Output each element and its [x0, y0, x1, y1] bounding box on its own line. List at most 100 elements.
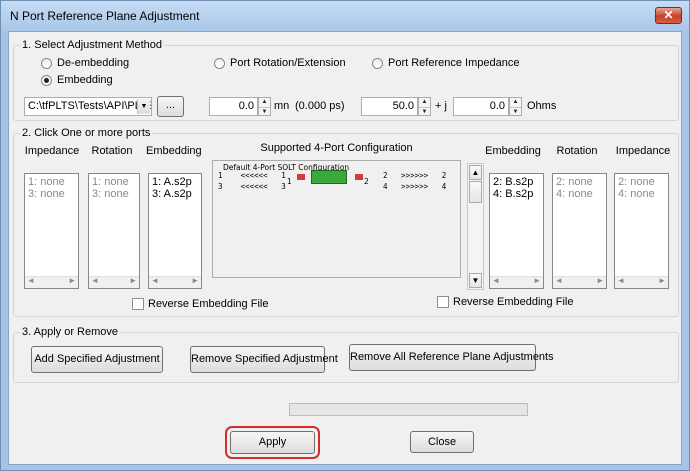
- port-rotation-extension-label[interactable]: Port Rotation/Extension: [230, 57, 346, 69]
- left-embedding-header: Embedding: [146, 145, 202, 157]
- spin-up-icon[interactable]: ▲: [259, 98, 270, 107]
- de-embedding-radio[interactable]: [41, 58, 52, 69]
- title-bar[interactable]: N Port Reference Plane Adjustment ✕: [1, 1, 689, 31]
- spin-down-icon[interactable]: ▼: [259, 106, 270, 116]
- dut-device-icon: [311, 170, 347, 184]
- scroll-thumb[interactable]: [469, 181, 482, 203]
- port-rotation-extension-radio[interactable]: [214, 58, 225, 69]
- browse-file-button[interactable]: ...: [157, 96, 184, 117]
- scroll-left-icon[interactable]: ◄: [151, 276, 159, 285]
- right-embedding-list[interactable]: 2: B.s2p 4: B.s2p ◄ ►: [489, 173, 544, 289]
- reverse-embedding-right-checkbox[interactable]: [437, 296, 449, 308]
- scroll-left-icon[interactable]: ◄: [492, 276, 500, 285]
- scroll-right-icon[interactable]: ►: [533, 276, 541, 285]
- impedance-real-spinner[interactable]: ▲ ▼: [418, 97, 431, 116]
- chevron-down-icon[interactable]: ▼: [137, 99, 150, 114]
- impedance-imag-input[interactable]: 0.0: [453, 97, 509, 116]
- apply-remove-label: 3. Apply or Remove: [20, 326, 120, 338]
- left-embedding-list[interactable]: 1: A.s2p 3: A.s2p ◄ ►: [148, 173, 202, 289]
- remove-all-adjustments-button[interactable]: Remove All Reference Plane Adjustments: [349, 344, 554, 371]
- scroll-down-icon[interactable]: ▼: [469, 273, 482, 288]
- apply-button[interactable]: Apply: [230, 431, 315, 454]
- list-item[interactable]: 1: none: [28, 176, 75, 188]
- left-impedance-header: Impedance: [24, 145, 80, 157]
- list-item[interactable]: 1: A.s2p: [152, 176, 198, 188]
- embedding-file-path: C:\tfPLTS\Tests\API\PLTS: [28, 100, 152, 112]
- embedding-radio[interactable]: [41, 75, 52, 86]
- reverse-embedding-left-label[interactable]: Reverse Embedding File: [148, 298, 268, 310]
- config-row1-right: 2 >>>>>> 2: [383, 171, 447, 180]
- close-window-button[interactable]: ✕: [655, 7, 682, 24]
- list-item[interactable]: 4: B.s2p: [493, 188, 540, 200]
- remove-adjustment-button[interactable]: Remove Specified Adjustment: [190, 346, 338, 373]
- list-item[interactable]: 1: none: [92, 176, 136, 188]
- de-embedding-label[interactable]: De-embedding: [57, 57, 129, 69]
- port-reference-impedance-radio[interactable]: [372, 58, 383, 69]
- horizontal-scrollbar[interactable]: ◄ ►: [553, 276, 606, 288]
- impedance-real-input[interactable]: 50.0: [361, 97, 418, 116]
- list-item[interactable]: 3: A.s2p: [152, 188, 198, 200]
- scroll-left-icon[interactable]: ◄: [555, 276, 563, 285]
- left-impedance-list[interactable]: 1: none 3: none ◄ ►: [24, 173, 79, 289]
- impedance-imag-spinner[interactable]: ▲ ▼: [509, 97, 522, 116]
- add-adjustment-button[interactable]: Add Specified Adjustment: [31, 346, 163, 373]
- spin-up-icon[interactable]: ▲: [419, 98, 430, 107]
- right-embedding-header: Embedding: [485, 145, 541, 157]
- scroll-right-icon[interactable]: ►: [68, 276, 76, 285]
- list-item[interactable]: 4: none: [618, 188, 665, 200]
- config-row1-left: 1 <<<<<< 1: [218, 171, 286, 180]
- extension-input[interactable]: 0.0: [209, 97, 258, 116]
- config-row2-right: 4 >>>>>> 4: [383, 182, 447, 191]
- config-vertical-scrollbar[interactable]: ▲ ▼: [467, 163, 484, 290]
- spin-down-icon[interactable]: ▼: [510, 106, 521, 116]
- list-item[interactable]: 2: none: [556, 176, 603, 188]
- right-impedance-list[interactable]: 2: none 4: none ◄ ►: [614, 173, 669, 289]
- config-row2-left: 3 <<<<<< 3: [218, 182, 286, 191]
- scroll-left-icon[interactable]: ◄: [27, 276, 35, 285]
- scroll-right-icon[interactable]: ►: [596, 276, 604, 285]
- right-rotation-list[interactable]: 2: none 4: none ◄ ►: [552, 173, 607, 289]
- list-item[interactable]: 3: none: [92, 188, 136, 200]
- left-rotation-list[interactable]: 1: none 3: none ◄ ►: [88, 173, 140, 289]
- progress-bar: [289, 403, 528, 416]
- left-rotation-header: Rotation: [91, 145, 133, 157]
- scroll-up-icon[interactable]: ▲: [469, 165, 482, 180]
- horizontal-scrollbar[interactable]: ◄ ►: [615, 276, 668, 288]
- scroll-right-icon[interactable]: ►: [191, 276, 199, 285]
- scroll-right-icon[interactable]: ►: [129, 276, 137, 285]
- config-header: Supported 4-Port Configuration: [260, 142, 413, 154]
- left-connector-icon: [297, 174, 305, 180]
- horizontal-scrollbar[interactable]: ◄ ►: [89, 276, 139, 288]
- embedding-file-dropdown[interactable]: C:\tfPLTS\Tests\API\PLTS ▼: [24, 97, 152, 116]
- list-item[interactable]: 2: none: [618, 176, 665, 188]
- scroll-left-icon[interactable]: ◄: [91, 276, 99, 285]
- list-item[interactable]: 2: B.s2p: [493, 176, 540, 188]
- spin-up-icon[interactable]: ▲: [510, 98, 521, 107]
- extension-spinner[interactable]: ▲ ▼: [258, 97, 271, 116]
- close-button[interactable]: Close: [410, 431, 474, 453]
- right-rotation-header: Rotation: [556, 145, 598, 157]
- list-item[interactable]: 3: none: [28, 188, 75, 200]
- spin-down-icon[interactable]: ▼: [419, 106, 430, 116]
- horizontal-scrollbar[interactable]: ◄ ►: [149, 276, 201, 288]
- port-reference-impedance-label[interactable]: Port Reference Impedance: [388, 57, 519, 69]
- horizontal-scrollbar[interactable]: ◄ ►: [25, 276, 78, 288]
- scroll-left-icon[interactable]: ◄: [617, 276, 625, 285]
- horizontal-scrollbar[interactable]: ◄ ►: [490, 276, 543, 288]
- config-left-port: 1: [287, 177, 292, 186]
- plus-j-label: + j: [435, 100, 447, 112]
- ohms-label: Ohms: [527, 100, 557, 112]
- list-item[interactable]: 4: none: [556, 188, 603, 200]
- reverse-embedding-left-checkbox[interactable]: [132, 298, 144, 310]
- port-configuration-diagram: Default 4-Port SOLT Configuration 1 <<<<…: [212, 160, 461, 278]
- config-right-port: 2: [364, 177, 369, 186]
- delay-readout: (0.000 ps): [295, 100, 345, 112]
- adjustment-method-label: 1. Select Adjustment Method: [20, 39, 165, 51]
- extension-unit: mn: [274, 100, 290, 112]
- window-title: N Port Reference Plane Adjustment: [10, 9, 200, 23]
- embedding-label[interactable]: Embedding: [57, 74, 113, 86]
- reverse-embedding-right-label[interactable]: Reverse Embedding File: [453, 296, 573, 308]
- ports-group-label: 2. Click One or more ports: [20, 127, 153, 139]
- scroll-right-icon[interactable]: ►: [658, 276, 666, 285]
- right-connector-icon: [355, 174, 363, 180]
